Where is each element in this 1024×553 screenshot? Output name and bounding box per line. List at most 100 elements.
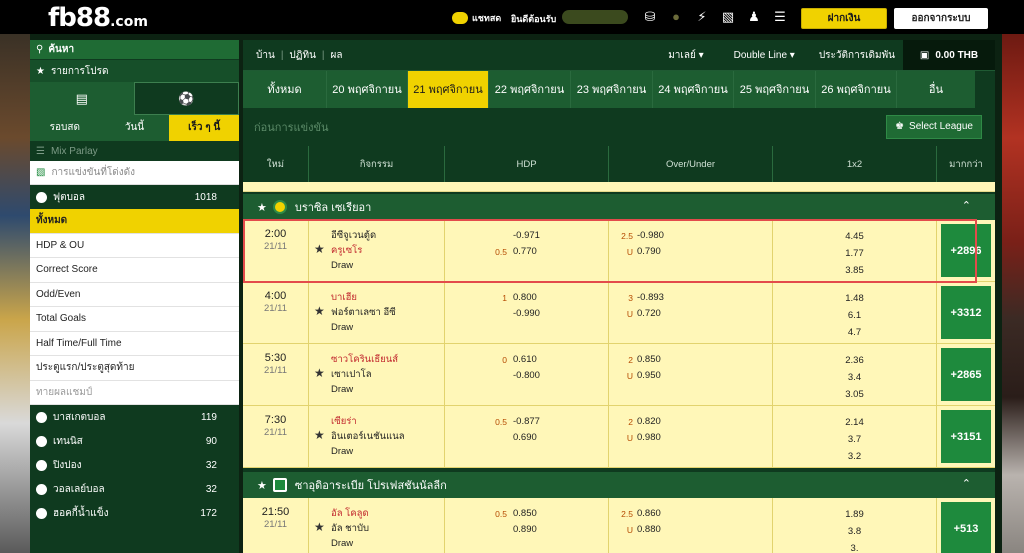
odds-cell[interactable]: 3. [773,540,936,553]
football-sub-total-goals[interactable]: Total Goals [30,307,239,332]
star-icon[interactable]: ★ [257,479,267,492]
user-profile-icon[interactable]: ♟ [746,9,762,25]
star-icon[interactable]: ★ [314,304,325,318]
date-tab[interactable]: 23 พฤศจิกายน [571,71,653,108]
football-sub-correct-score[interactable]: Correct Score [30,258,239,283]
bet-history-link[interactable]: ประวัติการเดิมพัน [819,48,895,63]
odds-cell[interactable]: -0.893 [637,290,664,306]
odds-cell[interactable]: 0.800 [513,290,537,306]
odds-cell[interactable]: 2.14 [773,414,936,431]
mix-parlay-link[interactable]: ☰ Mix Parlay [30,141,239,161]
nav-calendar[interactable]: ปฏิทิน [289,48,316,63]
sidebar-item-football[interactable]: ฟุตบอล 1018 [30,185,239,209]
soccer-view-icon[interactable]: ⚽ [133,82,239,115]
deposit-button[interactable]: ฝากเงิน [801,8,887,29]
sidebar-item-basketball[interactable]: บาสเกตบอล 119 [30,405,239,429]
football-sub-hdp-ou[interactable]: HDP & OU [30,233,239,258]
date-tab[interactable]: 25 พฤศจิกายน [734,71,816,108]
football-sub-all[interactable]: ทั้งหมด [30,209,239,234]
odds-cell[interactable]: 0.850 [637,352,661,368]
odds-cell[interactable]: 3.85 [773,262,936,279]
football-sub-ht-ft[interactable]: Half Time/Full Time [30,331,239,356]
tab-today[interactable]: วันนี้ [100,115,170,141]
odds-cell[interactable]: -0.971 [513,228,540,244]
star-icon[interactable]: ★ [314,366,325,380]
star-icon[interactable]: ★ [257,201,267,214]
odds-cell[interactable]: 3.7 [773,431,936,448]
odds-cell[interactable]: 0.770 [513,244,537,260]
football-sub-first-last-goal[interactable]: ประตูแรก/ประตูสุดท้าย [30,356,239,381]
odds-cell[interactable]: 3.4 [773,369,936,386]
list-view-icon[interactable]: ▤ [30,82,134,115]
date-tab[interactable]: ทั้งหมด [243,71,327,108]
logout-button[interactable]: ออกจากระบบ [894,8,988,29]
odds-cell[interactable]: 4.7 [773,324,936,341]
select-league-button[interactable]: ♚ Select League [886,115,982,139]
date-tab-selected[interactable]: 21 พฤศจิกายน [408,71,489,108]
popular-events-link[interactable]: ▧ การแข่งขันที่โด่งดัง [30,161,239,185]
odds-cell[interactable]: -0.980 [637,228,664,244]
bonus-icon[interactable]: ● [668,9,684,25]
odds-cell[interactable]: 0.950 [637,368,661,384]
sidebar-item-tennis[interactable]: เทนนิส 90 [30,429,239,453]
more-markets-button[interactable]: +3312 [941,286,991,339]
date-tab[interactable]: 26 พฤศจิกายน [816,71,897,108]
nav-home[interactable]: บ้าน [256,48,275,63]
odds-cell[interactable]: 4.45 [773,228,936,245]
football-sub-outright[interactable]: ทายผลแชมป์ [30,380,239,405]
date-tab[interactable]: อื่น [897,71,975,108]
tab-early[interactable]: เร็ว ๆ นี้ [169,115,240,141]
more-markets-button[interactable]: +2896 [941,224,991,277]
odds-cell[interactable]: -0.800 [513,368,540,384]
odds-cell[interactable]: 3.8 [773,523,936,540]
more-markets-button[interactable]: +513 [941,502,991,553]
coin-stack-icon[interactable]: ⛁ [642,9,658,25]
more-markets-button[interactable]: +2865 [941,348,991,401]
odds-cell[interactable]: -0.990 [513,306,540,322]
odds-type-dropdown[interactable]: มาเลย์ ▾ [668,48,703,63]
odds-cell[interactable]: 0.850 [513,506,537,522]
sidebar-item-ice-hockey[interactable]: ฮอคกี้น้ำแข็ง 172 [30,501,239,525]
sidebar-favorites[interactable]: ★ รายการโปรด [30,60,239,82]
chevron-up-icon[interactable]: ⌃ [962,477,971,490]
football-sub-odd-even[interactable]: Odd/Even [30,282,239,307]
odds-cell[interactable]: 0.820 [637,414,661,430]
line-dropdown[interactable]: Double Line ▾ [734,50,795,61]
odds-cell[interactable]: 1.89 [773,506,936,523]
odds-cell[interactable]: 0.980 [637,430,661,446]
star-icon[interactable]: ★ [314,520,325,534]
star-icon[interactable]: ★ [314,428,325,442]
odds-cell[interactable]: 0.860 [637,506,661,522]
more-markets-button[interactable]: +3151 [941,410,991,463]
checklist-icon[interactable]: ☰ [772,9,788,25]
date-tab[interactable]: 24 พฤศจิกายน [653,71,734,108]
odds-cell[interactable]: 0.890 [513,522,537,538]
logo[interactable]: fb88.com [48,3,148,33]
odds-cell[interactable]: 0.610 [513,352,537,368]
odds-cell[interactable]: 0.790 [637,244,661,260]
odds-cell[interactable]: 2.36 [773,352,936,369]
league-header[interactable]: ★ ซาอุดิอาระเบีย โปรเฟสชันนัลลีก ⌃ [243,472,995,498]
odds-cell[interactable]: 3.2 [773,448,936,465]
odds-cell[interactable]: 0.720 [637,306,661,322]
odds-cell[interactable]: 1.48 [773,290,936,307]
date-tab[interactable]: 20 พฤศจิกายน [327,71,408,108]
nav-results[interactable]: ผล [331,48,343,63]
league-header[interactable]: ★ บราซิล เซเรียอา ⌃ [243,194,995,220]
sidebar-item-table-tennis[interactable]: ปิงปอง 32 [30,453,239,477]
odds-cell[interactable]: 6.1 [773,307,936,324]
promo-tag-icon[interactable]: ▧ [720,9,736,25]
chevron-up-icon[interactable]: ⌃ [962,199,971,212]
tab-live[interactable]: รอบสด [30,115,100,141]
sidebar-search[interactable]: ⚲ ค้นหา [30,40,239,60]
odds-cell[interactable]: 0.880 [637,522,661,538]
live-chat-link[interactable]: แชทสด [452,11,501,25]
date-tab[interactable]: 22 พฤศจิกายน [489,71,571,108]
sidebar-item-volleyball[interactable]: วอลเลย์บอล 32 [30,477,239,501]
odds-cell[interactable]: -0.877 [513,414,540,430]
lightning-icon[interactable]: ⚡ [694,9,710,25]
odds-cell[interactable]: 1.77 [773,245,936,262]
odds-cell[interactable]: 0.690 [513,430,537,446]
star-icon[interactable]: ★ [314,242,325,256]
odds-cell[interactable]: 3.05 [773,386,936,403]
